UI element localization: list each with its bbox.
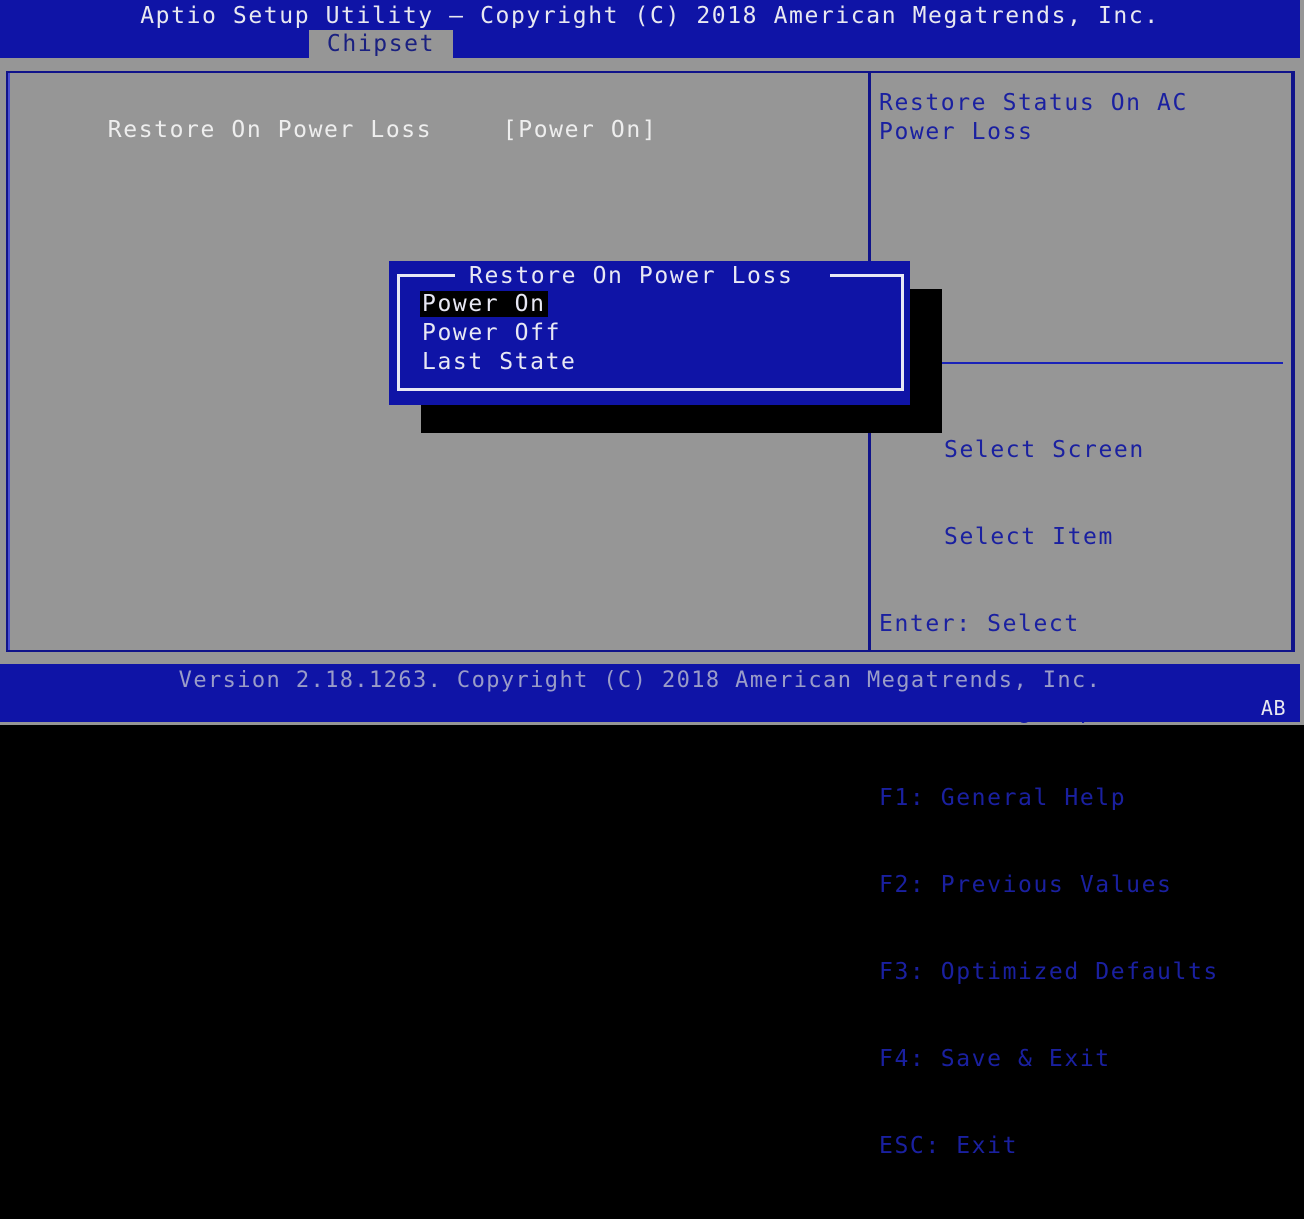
key-select-screen: Select Screen [944, 437, 1145, 463]
key-f1: F1: General Help [879, 785, 1127, 811]
option-last-state[interactable]: Last State [420, 348, 578, 377]
setting-value[interactable]: [Power On] [503, 116, 657, 144]
key-legend: Select Screen Select Item Enter: Select … [879, 378, 1219, 1219]
option-power-off[interactable]: Power Off [420, 319, 578, 348]
setting-restore-on-power-loss[interactable]: Restore On Power Loss [Power On] [46, 88, 657, 172]
app-title: Aptio Setup Utility – Copyright (C) 2018… [140, 3, 1160, 29]
option-label: Power Off [422, 320, 562, 346]
popup-options-list: Power On Power Off Last State [420, 290, 578, 377]
popup-frame-top-left [397, 274, 455, 277]
key-f4: F4: Save & Exit [879, 1046, 1111, 1072]
header-bar: Aptio Setup Utility – Copyright (C) 2018… [0, 0, 1300, 58]
bios-screen: Aptio Setup Utility – Copyright (C) 2018… [0, 0, 1304, 1159]
popup-frame-top-right [830, 274, 904, 277]
key-f2: F2: Previous Values [879, 872, 1173, 898]
tab-chipset[interactable]: Chipset [309, 30, 453, 58]
option-label: Power On [420, 291, 548, 317]
key-esc: ESC: Exit [879, 1133, 1019, 1159]
help-description: Restore Status On AC Power Loss [879, 90, 1188, 145]
popup-title: Restore On Power Loss [469, 263, 794, 289]
footer-bar: Version 2.18.1263. Copyright (C) 2018 Am… [0, 664, 1300, 722]
key-select-item: Select Item [944, 524, 1114, 550]
options-popup: Restore On Power Loss Power On Power Off… [389, 261, 910, 405]
key-enter: Enter: Select [879, 611, 1080, 637]
setting-label: Restore On Power Loss [107, 117, 433, 143]
status-badge: AB [1260, 696, 1286, 720]
key-f3: F3: Optimized Defaults [879, 959, 1219, 985]
option-power-on[interactable]: Power On [420, 290, 578, 319]
option-label: Last State [422, 349, 577, 375]
version-text: Version 2.18.1263. Copyright (C) 2018 Am… [178, 668, 1102, 693]
